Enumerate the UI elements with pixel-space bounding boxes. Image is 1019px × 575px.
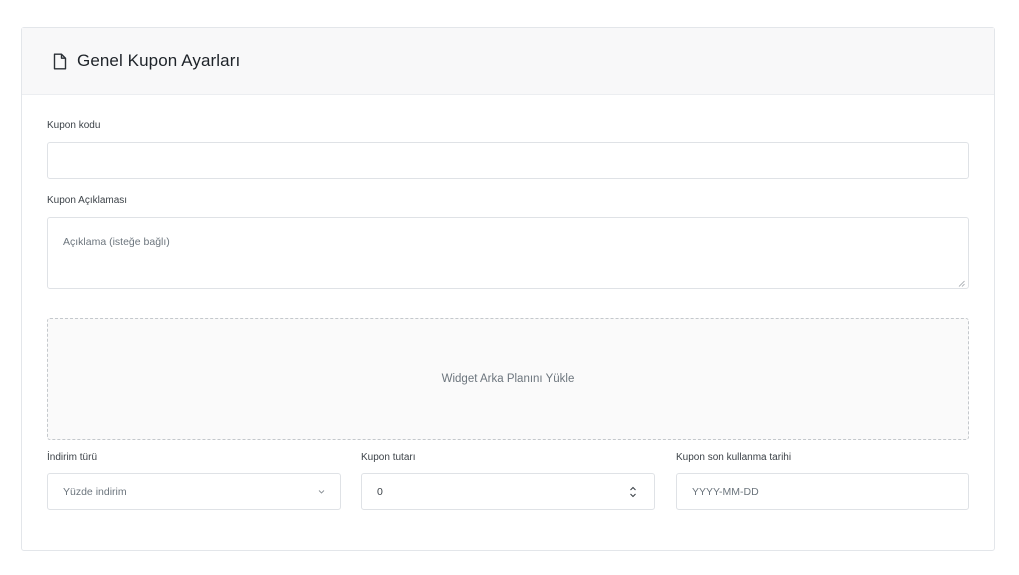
discount-type-select[interactable]: Yüzde indirim (47, 473, 341, 510)
resize-grip-icon[interactable] (958, 278, 965, 287)
coupon-code-input[interactable] (47, 142, 969, 179)
coupon-description-placeholder: Açıklama (isteğe bağlı) (63, 236, 170, 248)
card-header: Genel Kupon Ayarları (22, 28, 994, 95)
chevron-down-icon (317, 487, 326, 496)
document-icon (53, 53, 67, 70)
expiry-date-input[interactable]: YYYY-MM-DD (676, 473, 969, 510)
coupon-description-label: Kupon Açıklaması (47, 195, 128, 206)
coupon-amount-input[interactable]: 0 (361, 473, 655, 510)
coupon-settings-card: Genel Kupon Ayarları Kupon kodu Kupon Aç… (21, 27, 995, 551)
number-stepper-icon[interactable] (629, 485, 637, 499)
coupon-amount-value: 0 (377, 485, 383, 498)
widget-background-upload[interactable]: Widget Arka Planını Yükle (47, 318, 969, 440)
discount-type-label: İndirim türü (47, 452, 98, 463)
page-title: Genel Kupon Ayarları (77, 51, 241, 70)
expiry-date-label: Kupon son kullanma tarihi (676, 452, 792, 463)
coupon-code-label: Kupon kodu (47, 120, 101, 131)
discount-type-value: Yüzde indirim (63, 485, 127, 498)
coupon-description-textarea[interactable]: Açıklama (isteğe bağlı) (47, 217, 969, 289)
upload-label: Widget Arka Planını Yükle (441, 373, 575, 385)
expiry-date-placeholder: YYYY-MM-DD (692, 485, 759, 498)
coupon-amount-label: Kupon tutarı (361, 452, 416, 463)
